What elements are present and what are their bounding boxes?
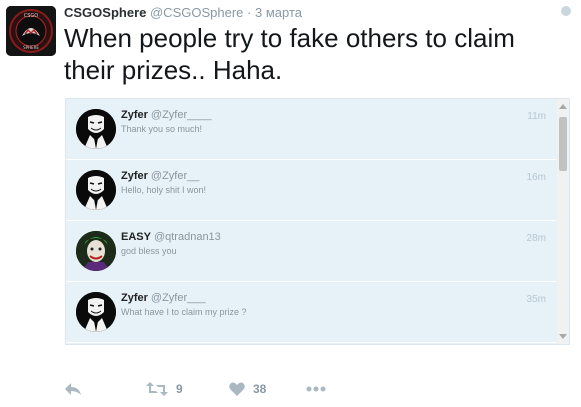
joker-avatar[interactable] [76, 231, 116, 271]
attached-screenshot[interactable]: Zyfer @Zyfer____ Thank you so much! 11m Zyfe… [65, 98, 570, 345]
reply-author-handle: @Zyfer____ [150, 109, 212, 121]
reply-arrow-icon [64, 382, 82, 396]
csgosphere-logo: CSGO SPHERE [6, 6, 56, 56]
heart-icon [229, 382, 245, 396]
reply-author[interactable]: Zyfer @Zyfer___ [121, 292, 205, 304]
more-button[interactable] [306, 378, 326, 400]
scrollbar[interactable] [557, 99, 569, 344]
reply-author-name: EASY [121, 231, 151, 243]
reply-button[interactable] [64, 378, 82, 400]
anonymous-mask-avatar[interactable] [76, 109, 116, 149]
reply-row[interactable]: EASY @qtradnan13 god bless you 28m [66, 221, 556, 282]
scroll-down-arrow-icon[interactable] [559, 334, 567, 339]
like-button[interactable]: 38 [229, 378, 266, 400]
tweet-actions: 9 38 [64, 378, 384, 400]
reply-author-name: Zyfer [121, 292, 148, 304]
more-dots-icon [306, 386, 326, 392]
author-name[interactable]: CSGOSphere [64, 5, 146, 20]
reply-timestamp[interactable]: 11m [527, 111, 546, 122]
reply-author[interactable]: Zyfer @Zyfer__ [121, 170, 199, 182]
reply-text: god bless you [121, 246, 177, 256]
reply-author-name: Zyfer [121, 170, 148, 182]
dropdown-caret-icon[interactable] [561, 6, 571, 16]
reply-author-handle: @Zyfer___ [150, 292, 206, 304]
reply-text: What have I to claim my prize ? [121, 307, 247, 317]
reply-row[interactable]: Zyfer @Zyfer___ What have I to claim my pr… [66, 282, 556, 343]
retweet-count: 9 [176, 382, 183, 396]
reply-author-handle: @Zyfer__ [150, 170, 200, 182]
anonymous-mask-avatar[interactable] [76, 292, 116, 332]
tweet-text: When people try to fake others to claim … [64, 23, 515, 85]
header-separator: · [247, 5, 252, 20]
like-count: 38 [253, 382, 267, 396]
reply-author-handle: @qtradnan13 [153, 231, 221, 243]
reply-timestamp[interactable]: 35m [527, 294, 546, 305]
retweet-icon [146, 382, 168, 396]
tweet-date[interactable]: 3 марта [255, 5, 302, 20]
reply-author[interactable]: Zyfer @Zyfer____ [121, 109, 212, 121]
reply-author[interactable]: EASY @qtradnan13 [121, 231, 221, 243]
author-avatar[interactable]: CSGO SPHERE [6, 6, 56, 56]
retweet-button[interactable]: 9 [146, 378, 183, 400]
reply-timestamp[interactable]: 16m [527, 172, 546, 183]
scroll-up-arrow-icon[interactable] [559, 104, 567, 109]
scrollbar-thumb[interactable] [559, 117, 567, 171]
svg-text:SPHERE: SPHERE [23, 45, 39, 50]
reply-author-name: Zyfer [121, 109, 148, 121]
tweet-header: CSGOSphere @CSGOSphere · 3 марта [64, 4, 302, 22]
reply-text: Thank you so much! [121, 124, 203, 134]
reply-row[interactable]: Zyfer @Zyfer__ Hello, holy shit I won! 16m [66, 160, 556, 221]
author-handle[interactable]: @CSGOSphere [150, 5, 243, 20]
reply-row[interactable]: Zyfer @Zyfer____ Thank you so much! 11m [66, 99, 556, 160]
anonymous-mask-avatar[interactable] [76, 170, 116, 210]
reply-timestamp[interactable]: 28m [527, 233, 546, 244]
svg-text:CSGO: CSGO [24, 13, 39, 19]
reply-text: Hello, holy shit I won! [121, 185, 207, 195]
